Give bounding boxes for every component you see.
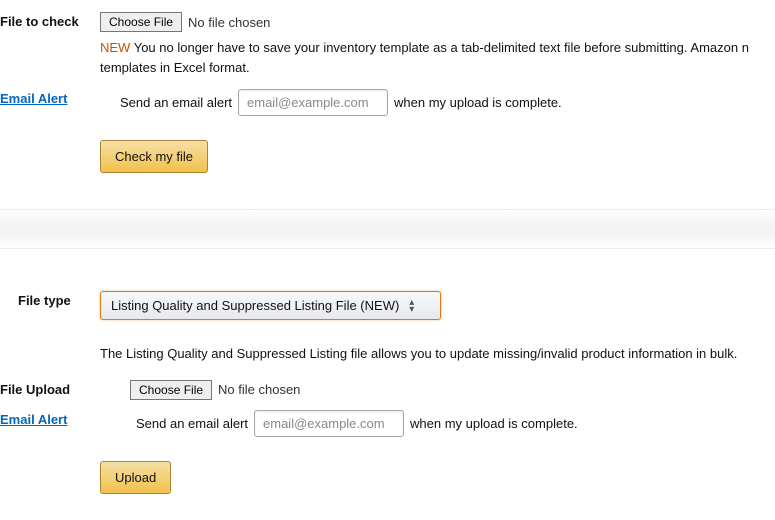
check-my-file-button[interactable]: Check my file — [100, 140, 208, 173]
email-alert-link-upload[interactable]: Email Alert — [0, 412, 67, 427]
file-type-description: The Listing Quality and Suppressed Listi… — [100, 346, 737, 361]
email-pre-text-upload: Send an email alert — [136, 416, 248, 431]
email-post-text-upload: when my upload is complete. — [410, 416, 578, 431]
new-tag: NEW — [100, 40, 130, 55]
email-input-upload[interactable] — [254, 410, 404, 437]
check-file-section: File to check Choose File No file chosen… — [0, 0, 775, 199]
file-type-label: File type — [0, 289, 100, 308]
file-type-selected-value: Listing Quality and Suppressed Listing F… — [111, 298, 399, 313]
file-upload-label: File Upload — [0, 378, 100, 397]
upload-button[interactable]: Upload — [100, 461, 171, 494]
section-divider — [0, 209, 775, 249]
email-pre-text: Send an email alert — [120, 95, 232, 110]
choose-file-button-upload[interactable]: Choose File — [130, 380, 212, 400]
select-arrows-icon: ▴▾ — [409, 299, 414, 313]
upload-file-section: File type Listing Quality and Suppressed… — [0, 279, 775, 520]
email-input[interactable] — [238, 89, 388, 116]
new-feature-message: NEW You no longer have to save your inve… — [100, 38, 775, 77]
file-type-select[interactable]: Listing Quality and Suppressed Listing F… — [100, 291, 441, 320]
new-feature-text: You no longer have to save your inventor… — [100, 40, 749, 75]
file-to-check-label: File to check — [0, 10, 100, 29]
no-file-chosen-text-upload: No file chosen — [218, 382, 300, 397]
no-file-chosen-text: No file chosen — [188, 15, 270, 30]
email-post-text: when my upload is complete. — [394, 95, 562, 110]
email-alert-link[interactable]: Email Alert — [0, 91, 67, 106]
choose-file-button[interactable]: Choose File — [100, 12, 182, 32]
